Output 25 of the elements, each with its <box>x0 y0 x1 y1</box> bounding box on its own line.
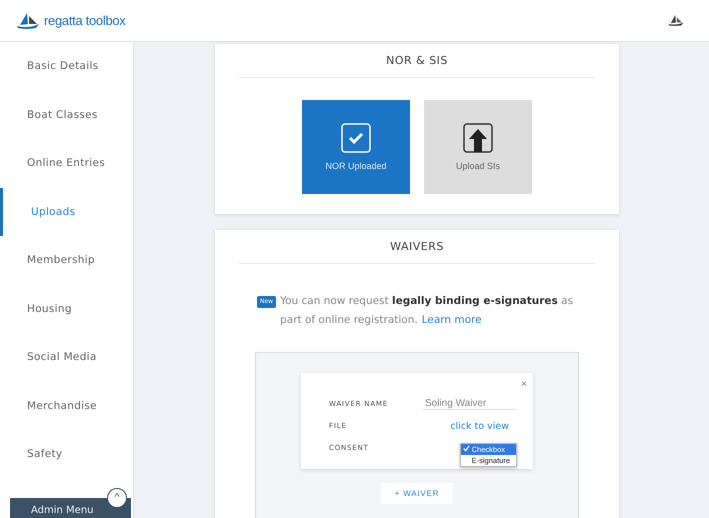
brand-name[interactable]: regatta toolbox <box>44 13 126 28</box>
sidebar-item[interactable]: Basic Details <box>0 42 133 90</box>
notice-text: You can now request legally binding e-signatures as part of online registration. Learn more <box>280 294 574 328</box>
sidebar-item[interactable]: Uploads <box>0 188 133 236</box>
sidebar-item[interactable]: Housing <box>0 284 133 333</box>
sidebar-item[interactable]: Social Media <box>0 333 133 382</box>
upload-tile[interactable]: NOR Uploaded <box>302 100 410 194</box>
section-title: NOR & SIS <box>386 54 448 67</box>
checkmark-icon <box>341 123 371 153</box>
sidebar-item[interactable]: Boat Classes <box>0 90 133 139</box>
sailboat-icon[interactable] <box>667 14 685 28</box>
section-title: WAIVERS <box>390 240 444 253</box>
close-button[interactable]: × <box>521 379 527 390</box>
waiver-name-field[interactable]: Soling Waiver <box>423 398 517 410</box>
sidebar-item[interactable]: Membership <box>0 236 133 284</box>
sidebar-item[interactable]: Merchandise <box>0 382 133 430</box>
add-waiver-button[interactable]: + WAIVER <box>380 483 454 504</box>
sidebar-item[interactable]: Safety <box>0 430 133 478</box>
sidebar-item[interactable]: Online Entries <box>0 139 133 188</box>
sailboat-logo-icon <box>16 12 40 30</box>
learn-more-link[interactable]: Learn more <box>422 314 482 326</box>
collapse-toggle-button[interactable]: ^ <box>107 488 127 508</box>
view-file-link[interactable]: click to view <box>450 420 509 432</box>
upload-tile[interactable]: Upload SIs <box>424 100 532 194</box>
admin-menu-bar[interactable]: Admin Menu <box>10 498 131 518</box>
